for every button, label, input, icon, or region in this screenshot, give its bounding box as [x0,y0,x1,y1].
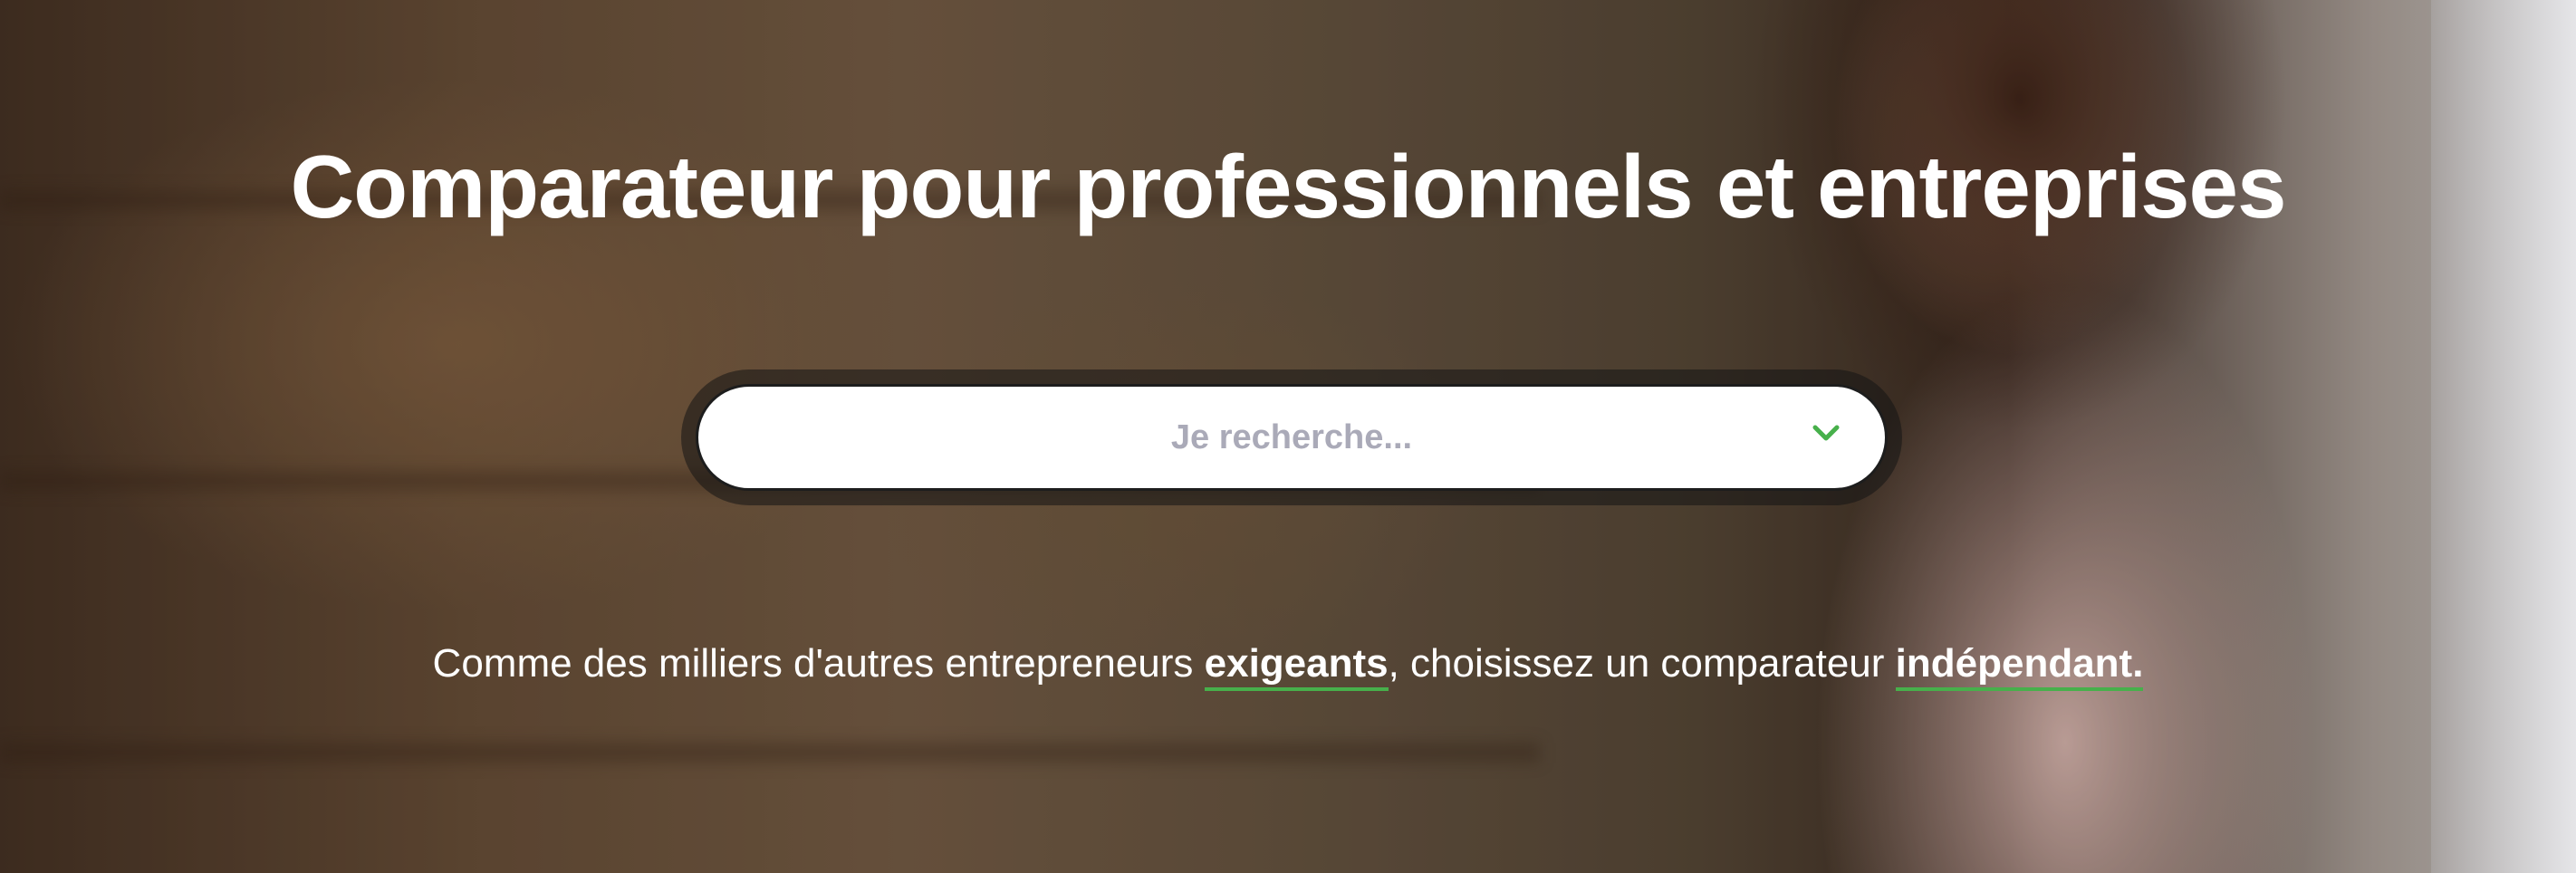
tagline-text: , choisissez un comparateur [1388,641,1896,686]
tagline-text: Comme des milliers d'autres entrepreneur… [432,641,1205,686]
search-placeholder: Je recherche... [1170,417,1413,456]
search-select[interactable]: Je recherche... [696,384,1888,491]
tagline: Comme des milliers d'autres entrepreneur… [0,641,2576,691]
tagline-emphasis-independant: indépendant. [1895,641,2144,691]
page-title: Comparateur pour professionnels et entre… [290,137,2286,236]
background-shelf [0,743,1540,763]
search-container: Je recherche... [681,369,1902,505]
hero-banner: Comparateur pour professionnels et entre… [0,0,2576,873]
tagline-emphasis-exigeants: exigeants [1204,641,1389,691]
chevron-down-icon[interactable] [1811,417,1841,448]
background-window [2431,0,2576,873]
